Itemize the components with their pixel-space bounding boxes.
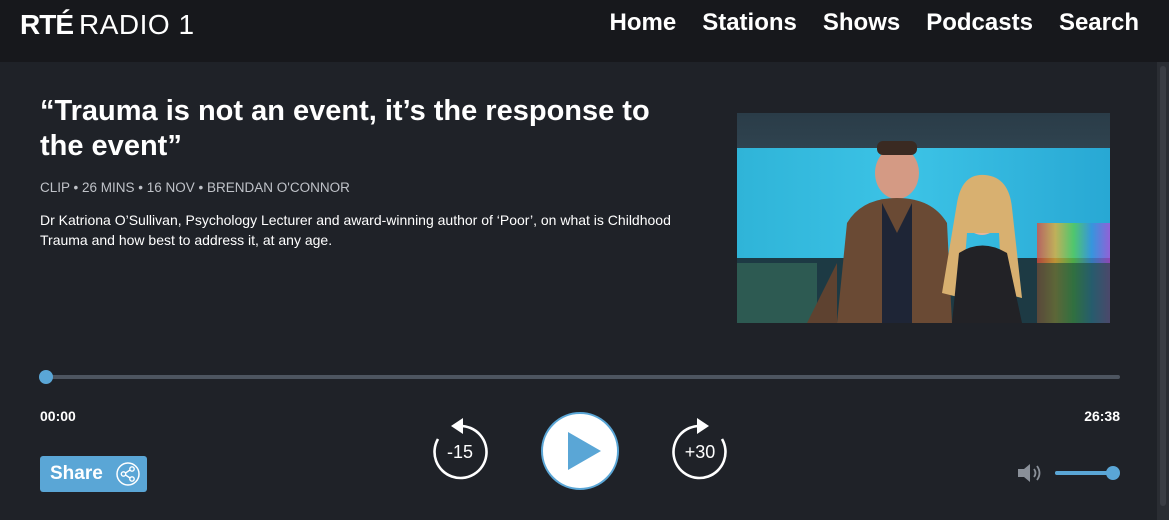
progress-handle[interactable]	[39, 370, 53, 384]
total-duration: 26:38	[1084, 408, 1120, 424]
share-button[interactable]: Share	[40, 456, 147, 492]
clip-description: Dr Katriona O’Sullivan, Psychology Lectu…	[40, 212, 671, 248]
clip-hero-image	[737, 113, 1110, 323]
progress-bar[interactable]	[46, 375, 1120, 379]
rewind-label: -15	[447, 442, 473, 462]
rewind-15-button[interactable]: -15	[432, 418, 488, 480]
main-nav: Home Stations Shows Podcasts Search	[610, 9, 1140, 37]
rte-radio-1-logo[interactable]: RTÉ RADIO 1	[20, 9, 195, 41]
play-button[interactable]	[540, 411, 620, 491]
share-button-label: Share	[50, 463, 103, 484]
clip-meta: CLIP • 26 MINS • 16 NOV • BRENDAN O'CONN…	[40, 180, 350, 195]
nav-home[interactable]: Home	[610, 9, 677, 37]
forward-label: +30	[685, 442, 716, 462]
volume-fill	[1055, 471, 1113, 475]
volume-handle[interactable]	[1106, 466, 1120, 480]
nav-search[interactable]: Search	[1059, 9, 1139, 37]
nav-shows[interactable]: Shows	[823, 9, 900, 37]
clip-title: “Trauma is not an event, it’s the respon…	[40, 95, 650, 162]
top-bar: RTÉ RADIO 1 Home Stations Shows Podcasts …	[0, 0, 1169, 62]
scrollbar-thumb[interactable]	[1160, 66, 1166, 506]
volume-icon	[1018, 464, 1041, 482]
play-icon	[541, 412, 619, 490]
forward-30-icon: +30	[672, 418, 727, 480]
logo-rte-text: RTÉ	[20, 9, 74, 40]
forward-30-button[interactable]: +30	[672, 418, 728, 480]
rewind-15-icon: -15	[433, 418, 488, 480]
volume-button[interactable]	[1016, 462, 1044, 484]
volume-slider[interactable]	[1055, 471, 1113, 475]
share-icon	[116, 462, 140, 486]
nav-stations[interactable]: Stations	[702, 9, 797, 37]
nav-podcasts[interactable]: Podcasts	[926, 9, 1033, 37]
elapsed-time: 00:00	[40, 408, 76, 424]
logo-radio-text: RADIO 1	[79, 9, 195, 40]
